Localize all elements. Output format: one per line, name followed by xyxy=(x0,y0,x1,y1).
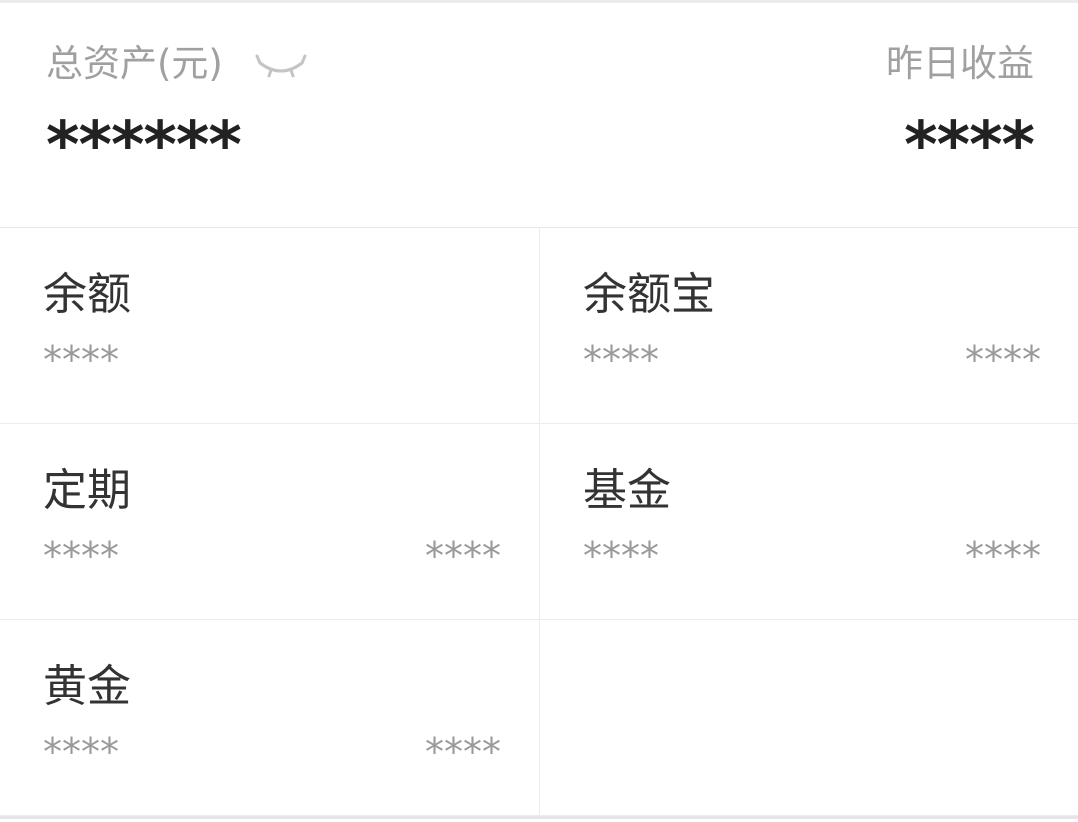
asset-item-fixed-term[interactable]: 定期 **** **** xyxy=(0,424,540,620)
asset-summary: 总资产(元) 昨日收益 ****** **** xyxy=(0,3,1078,228)
asset-amount: **** xyxy=(583,534,659,578)
asset-title: 黄金 xyxy=(43,661,131,712)
asset-amount: **** xyxy=(583,338,659,382)
empty-cell xyxy=(540,620,1078,816)
asset-income: **** xyxy=(425,730,501,774)
asset-amount: **** xyxy=(43,534,119,578)
asset-income: **** xyxy=(965,534,1041,578)
total-assets-value: ****** xyxy=(46,109,242,183)
asset-amount: **** xyxy=(43,338,119,382)
total-assets-label: 总资产(元) xyxy=(46,42,223,85)
asset-amount: **** xyxy=(43,730,119,774)
asset-item-gold[interactable]: 黄金 **** **** xyxy=(0,620,540,816)
asset-title: 基金 xyxy=(583,465,671,516)
asset-title: 余额宝 xyxy=(583,269,715,320)
asset-item-fund[interactable]: 基金 **** **** xyxy=(540,424,1078,620)
asset-income: **** xyxy=(425,534,501,578)
yesterday-income-value: **** xyxy=(904,109,1035,183)
asset-title: 余额 xyxy=(43,269,131,320)
asset-grid: 余额 **** 余额宝 **** **** 定期 **** **** 基金 **… xyxy=(0,228,1078,816)
asset-item-yuebao[interactable]: 余额宝 **** **** xyxy=(540,228,1078,424)
yesterday-income-label: 昨日收益 xyxy=(886,42,1034,85)
bottom-divider xyxy=(0,816,1078,819)
asset-item-balance[interactable]: 余额 **** xyxy=(0,228,540,424)
eye-closed-icon[interactable] xyxy=(254,47,308,81)
asset-income: **** xyxy=(965,338,1041,382)
asset-title: 定期 xyxy=(43,465,131,516)
